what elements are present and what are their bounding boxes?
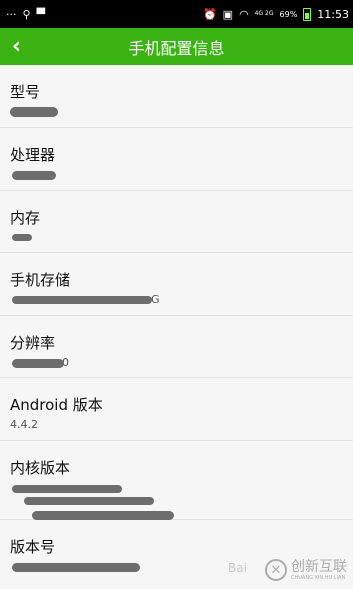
redaction-blot — [12, 359, 64, 368]
redaction-blot — [32, 511, 174, 520]
page-title: 手机配置信息 — [128, 38, 225, 58]
list-item-label: 分辨率 — [10, 334, 56, 352]
baidu-watermark: Bai — [228, 561, 247, 575]
battery-icon — [303, 7, 312, 21]
more-icon: ··· — [6, 7, 17, 21]
list-item-storage: 手机存储 G — [0, 253, 353, 316]
list-item-label: 内核版本 — [10, 459, 71, 477]
list-item-label: 处理器 — [10, 146, 56, 164]
list-item-label: Android 版本 — [10, 396, 103, 414]
list-item-kernel-version: 内核版本 — [0, 441, 353, 520]
redaction-blot — [12, 563, 140, 572]
list-item-value: 4.4.2 — [10, 418, 38, 431]
redaction-blot — [10, 107, 58, 117]
usb-icon: ⚲ — [22, 7, 31, 21]
spec-list: 型号 处理器 内存 手机存储 G 分辨率 0 Android 版本 4.4.2 … — [0, 65, 353, 589]
list-item-label: 型号 — [10, 83, 41, 101]
list-item-label: 版本号 — [10, 538, 56, 556]
back-button[interactable]: ‹ — [12, 28, 40, 65]
battery-percent: 69% — [279, 9, 298, 19]
list-item-android-version: Android 版本 4.4.2 — [0, 378, 353, 441]
signal-text: 4G 2G — [254, 10, 274, 17]
brand-watermark-text: 创新互联 — [291, 558, 347, 575]
app-bar: ‹ 手机配置信息 — [0, 28, 353, 65]
wifi-icon: ◠ — [239, 7, 249, 21]
list-item-label: 内存 — [10, 209, 41, 227]
brand-watermark: ✕ 创新互联 CHUANG XIN HU LIAN — [265, 559, 347, 581]
redaction-blot — [24, 497, 154, 505]
redaction-blot — [12, 485, 122, 493]
redaction-blot — [12, 234, 32, 241]
list-item-memory: 内存 — [0, 191, 353, 253]
brand-watermark-subtext: CHUANG XIN HU LIAN — [291, 574, 346, 581]
list-item-processor: 处理器 — [0, 128, 353, 191]
sim-icon: ▣ — [222, 7, 234, 21]
redaction-blot — [12, 171, 56, 180]
redaction-blot — [12, 296, 152, 304]
list-item-resolution: 分辨率 0 — [0, 316, 353, 378]
clock: 11:53 — [317, 7, 349, 21]
list-item-value: G — [151, 293, 160, 306]
brand-logo-icon: ✕ — [265, 559, 287, 581]
list-item-model: 型号 — [0, 65, 353, 128]
status-bar: ··· ⚲ ▀ ⏰ ▣ ◠ 4G 2G 69% 11:53 — [0, 0, 353, 28]
back-arrow-icon: ‹ — [12, 34, 22, 59]
android-icon: ▀ — [36, 7, 46, 21]
alarm-icon: ⏰ — [202, 7, 217, 21]
list-item-label: 手机存储 — [10, 271, 71, 289]
